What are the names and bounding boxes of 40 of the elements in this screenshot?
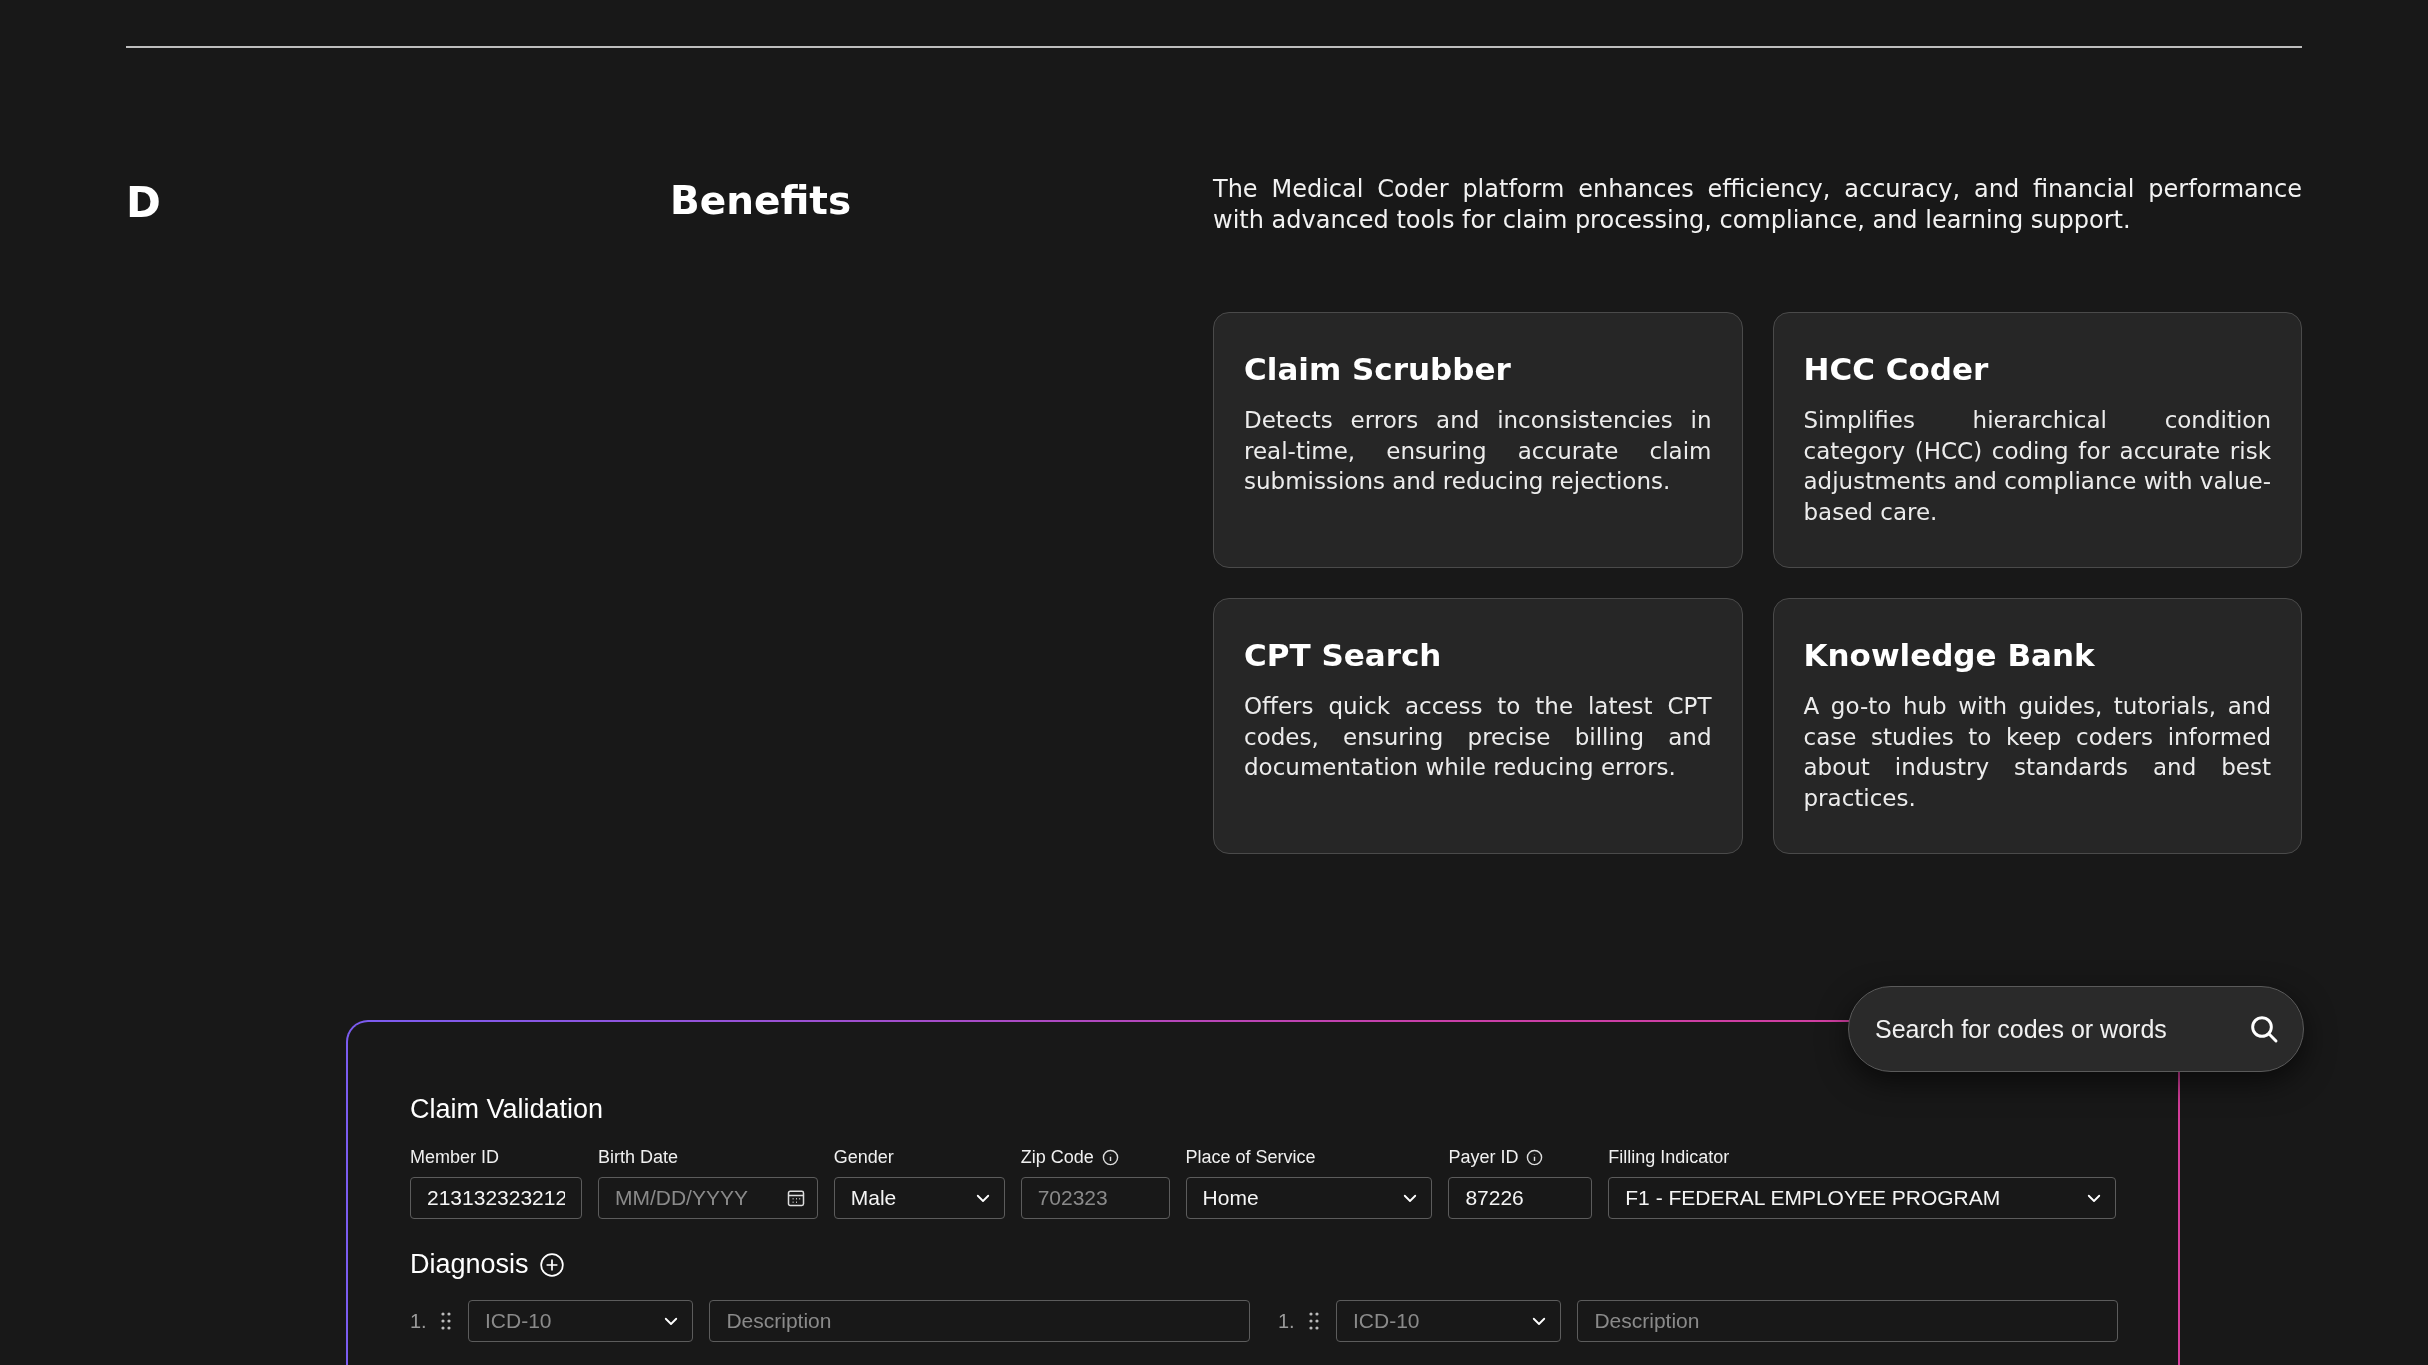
text-field[interactable]: 702323 [1020, 1177, 1170, 1219]
diagnosis-title: Diagnosis [410, 1249, 529, 1280]
form-title: Claim Validation [410, 1094, 605, 1125]
card-description: Simplifies hierarchical condition category (HCC) coding for accurate risk adjustments and compliance with value-based care. [1803, 406, 2271, 527]
code-select[interactable]: ICD-10 [1335, 1300, 1562, 1342]
card-title: Knowledge Bank [1803, 637, 2096, 673]
select-dropdown[interactable]: Male [833, 1177, 1005, 1219]
card-description: Offers quick access to the latest CPT codes, ensuring precise billing and documentation while reducing errors. [1244, 692, 1712, 782]
intro-paragraph: The Medical Coder platform enhances efficiency, accuracy, and financial performance with advanced tools for claim processing, compliance, and learning support. [1213, 174, 2302, 236]
field-label: Place of Service [1185, 1146, 1316, 1168]
search-field[interactable]: Search for codes or words [1848, 986, 2304, 1072]
info-icon[interactable] [1526, 1148, 1544, 1166]
section-letter: D [126, 178, 162, 229]
select-dropdown[interactable]: F1 - FEDERAL EMPLOYEE PROGRAM [1608, 1177, 2116, 1219]
row-number: 1. [410, 1309, 424, 1333]
add-icon[interactable] [538, 1251, 565, 1278]
card-description: A go-to hub with guides, tutorials, and case studies to keep coders informed about industry standards and best practices. [1803, 692, 2271, 813]
field-label: Filling Indicator [1608, 1146, 1730, 1168]
card-title: Claim Scrubber [1244, 351, 1512, 387]
select-dropdown[interactable]: Home [1185, 1177, 1433, 1219]
field-label: Birth Date [597, 1146, 678, 1168]
section-title: Benefits [670, 178, 853, 225]
field-label: Gender [833, 1146, 894, 1168]
card-title: CPT Search [1244, 637, 1443, 673]
card-title: HCC Coder [1803, 351, 1990, 387]
field-label: Zip Code [1020, 1146, 1094, 1168]
row-number: 1. [1278, 1309, 1292, 1333]
description-field[interactable]: Description [709, 1300, 1250, 1342]
field-label: Payer ID [1448, 1146, 1519, 1168]
calendar-icon[interactable] [785, 1188, 806, 1208]
drag-handle-icon[interactable] [440, 1311, 452, 1331]
date-field[interactable]: MM/DD/YYYY [597, 1177, 818, 1219]
info-icon[interactable] [1101, 1148, 1119, 1166]
code-select[interactable]: ICD-10 [467, 1300, 694, 1342]
search-icon[interactable] [2248, 1013, 2280, 1045]
card-description: Detects errors and inconsistencies in real-time, ensuring accurate claim submissions and reducing rejections. [1244, 406, 1712, 496]
drag-handle-icon[interactable] [1308, 1311, 1320, 1331]
description-field[interactable]: Description [1577, 1300, 2118, 1342]
text-field[interactable]: 87226 [1448, 1177, 1593, 1219]
field-label: Member ID [410, 1146, 499, 1168]
